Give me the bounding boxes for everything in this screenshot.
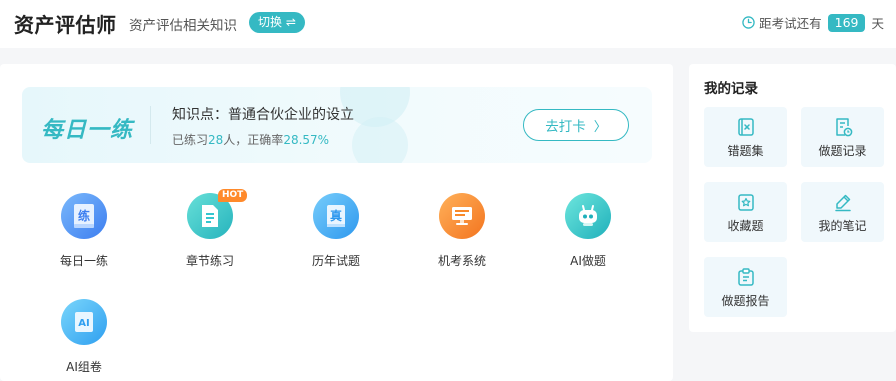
svg-text:AI: AI (78, 318, 89, 329)
practiced-count: 28 (208, 133, 224, 147)
record-label: 我的笔记 (818, 219, 867, 233)
top-header: 资产评估师 资产评估相关知识 切换 ⇌ 距考试还有 169 天 (0, 0, 896, 48)
clock-icon (742, 16, 755, 29)
record-practice-report[interactable]: 做题报告 (704, 257, 787, 317)
record-favorites[interactable]: 收藏题 (704, 182, 787, 242)
checkin-label: 去打卡 (545, 119, 586, 135)
records-title: 我的记录 (704, 81, 758, 97)
main-panel: 每日一练 知识点：普通合伙企业的设立 已练习28人，正确率28.57% 去打卡 … (0, 64, 673, 381)
hot-badge: HOT (218, 189, 248, 202)
record-label: 做题报告 (721, 294, 770, 308)
favorite-icon (737, 194, 754, 211)
app-title: 资产评估师 (14, 13, 117, 37)
record-label: 做题记录 (818, 144, 867, 158)
feature-daily-practice[interactable]: 练 每日一练 (44, 193, 124, 269)
feature-chapter-practice[interactable]: HOT 章节练习 (170, 189, 250, 269)
daily-practice-banner: 每日一练 知识点：普通合伙企业的设立 已练习28人，正确率28.57% 去打卡 … (22, 87, 652, 163)
my-records-panel: 我的记录 错题集 做题记录 收藏题 我的笔记 做题报告 (689, 64, 896, 332)
record-label: 收藏题 (727, 219, 764, 233)
computer-exam-icon (439, 193, 485, 239)
countdown-prefix: 距考试还有 (759, 16, 822, 31)
knowledge-point: 知识点：普通合伙企业的设立 (172, 107, 354, 123)
stats-middle: 人，正确率 (223, 133, 284, 147)
record-label: 错题集 (727, 144, 764, 158)
feature-label: 历年试题 (311, 254, 360, 268)
feature-label: 每日一练 (59, 254, 108, 268)
report-icon (737, 268, 754, 286)
record-practice-history[interactable]: 做题记录 (801, 107, 884, 167)
svg-text:真: 真 (330, 208, 342, 223)
feature-label: AI组卷 (66, 360, 102, 374)
switch-subject-button[interactable]: 切换 ⇌ (249, 12, 305, 33)
ai-paper-icon: AI (61, 299, 107, 345)
wrong-book-icon (737, 118, 754, 136)
svg-text:练: 练 (78, 208, 90, 223)
stats-prefix: 已练习 (172, 133, 209, 147)
practice-icon: 练 (61, 193, 107, 239)
countdown-unit: 天 (871, 16, 884, 31)
banner-decoration (352, 117, 408, 163)
ai-robot-icon (565, 193, 611, 239)
past-exam-icon: 真 (313, 193, 359, 239)
feature-label: 章节练习 (185, 254, 234, 268)
record-my-notes[interactable]: 我的笔记 (801, 182, 884, 242)
feature-label: AI做题 (570, 254, 606, 268)
banner-divider (150, 106, 151, 144)
feature-ai-practice[interactable]: AI做题 (548, 193, 628, 269)
subject-name: 资产评估相关知识 (129, 18, 237, 34)
feature-computer-exam[interactable]: 机考系统 (422, 193, 502, 269)
banner-title: 每日一练 (41, 118, 134, 143)
feature-past-exams[interactable]: 真 历年试题 (296, 193, 376, 269)
checkin-button[interactable]: 去打卡 〉 (523, 109, 629, 141)
record-wrong-questions[interactable]: 错题集 (704, 107, 787, 167)
practice-stats: 已练习28人，正确率28.57% (172, 131, 329, 148)
history-icon (835, 118, 852, 137)
note-icon (834, 194, 851, 212)
chevron-right-icon: 〉 (593, 119, 607, 135)
countdown-days-badge: 169 (827, 13, 866, 32)
accuracy-rate: 28.57% (283, 133, 330, 147)
feature-label: 机考系统 (437, 254, 486, 268)
exam-countdown: 距考试还有 169 天 (742, 13, 884, 32)
feature-ai-compose-paper[interactable]: AI AI组卷 (44, 299, 124, 375)
